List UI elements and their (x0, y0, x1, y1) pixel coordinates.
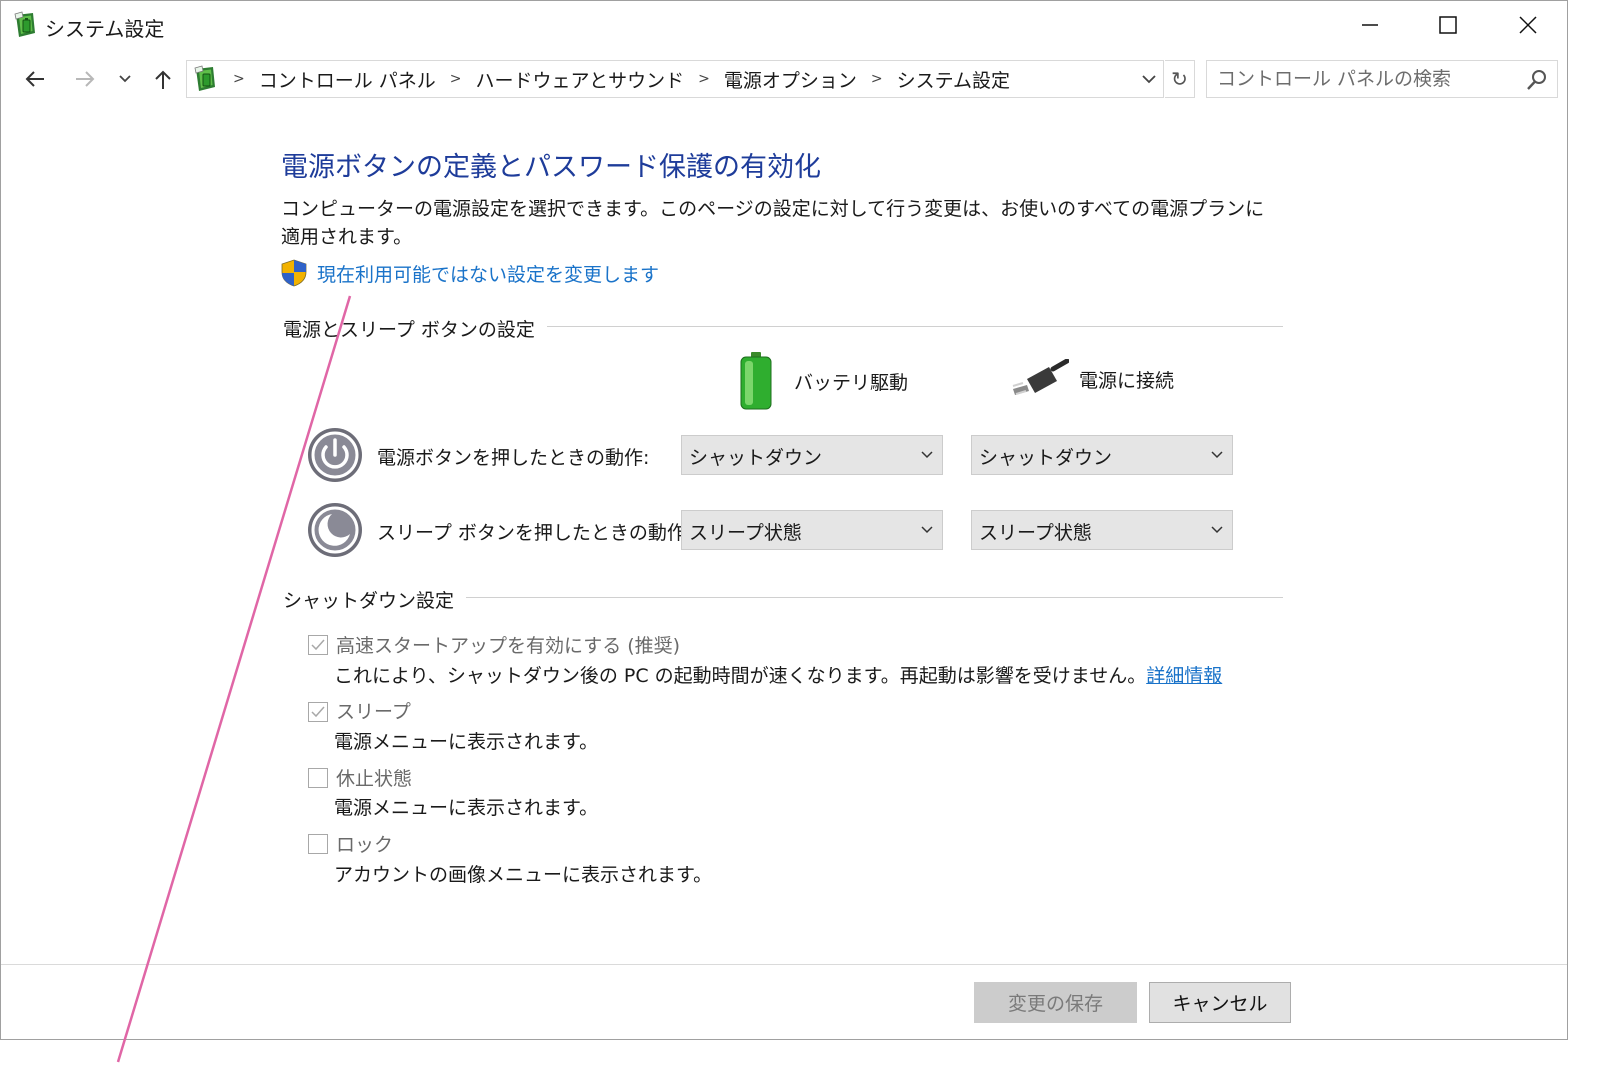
breadcrumb-separator-icon: > (233, 71, 245, 87)
breadcrumb-separator-icon: > (698, 71, 710, 87)
sleep-checkbox[interactable] (308, 702, 328, 722)
close-button[interactable] (1489, 1, 1567, 49)
refresh-icon: ↻ (1171, 67, 1188, 91)
chevron-down-icon (921, 526, 933, 534)
hibernate-checkbox[interactable] (308, 768, 328, 788)
search-icon[interactable] (1525, 68, 1549, 92)
maximize-icon (1439, 16, 1457, 34)
fast-startup-checkbox[interactable] (308, 635, 328, 655)
chevron-down-icon (119, 75, 131, 83)
refresh-button[interactable]: ↻ (1165, 60, 1195, 98)
plugged-column-header: 電源に接続 (1009, 359, 1174, 399)
sleep-button-battery-value: スリープ状態 (689, 522, 802, 544)
up-button[interactable] (147, 63, 179, 95)
power-button-battery-value: シャットダウン (689, 447, 823, 469)
close-icon (1519, 16, 1537, 34)
breadcrumb-item-hardware-sound[interactable]: ハードウェアとサウンド (476, 66, 685, 93)
breadcrumb-item-control-panel[interactable]: コントロール パネル (259, 66, 436, 93)
fast-startup-description: これにより、シャットダウン後の PC の起動時間が速くなります。再起動は影響を受… (334, 661, 1222, 688)
window-title: システム設定 (45, 17, 165, 41)
power-plug-icon (1012, 359, 1069, 395)
control-panel-power-icon (194, 65, 215, 91)
battery-icon (740, 352, 772, 410)
minimize-button[interactable] (1331, 1, 1409, 49)
forward-button[interactable] (69, 63, 101, 95)
plugged-column-label: 電源に接続 (1079, 369, 1175, 392)
hibernate-option-label: 休止状態 (336, 768, 413, 790)
breadcrumb-separator-icon: > (870, 71, 883, 87)
page-description: コンピューターの電源設定を選択できます。このページの設定に対して行う変更は、お使… (281, 198, 1265, 248)
save-changes-button[interactable]: 変更の保存 (974, 982, 1137, 1023)
chevron-down-icon (1142, 75, 1156, 84)
sleep-button-action-label: スリープ ボタンを押したときの動作: (377, 522, 693, 544)
address-bar[interactable]: > コントロール パネル > ハードウェアとサウンド > 電源オプション > シ… (186, 60, 1164, 98)
power-button-battery-select[interactable]: シャットダウン (681, 435, 943, 475)
group-divider (521, 326, 1283, 327)
arrow-right-icon (76, 71, 95, 87)
address-dropdown-button[interactable] (1135, 61, 1163, 97)
power-button-icon (308, 428, 362, 482)
power-button-plugged-value: シャットダウン (979, 447, 1113, 469)
shutdown-group-title: シャットダウン設定 (283, 586, 467, 613)
checkmark-icon (311, 639, 325, 651)
lock-checkbox[interactable] (308, 834, 328, 854)
breadcrumb-separator-icon: > (449, 71, 462, 87)
breadcrumb-item-system-settings[interactable]: システム設定 (897, 66, 1010, 93)
breadcrumb: > コントロール パネル > ハードウェアとサウンド > 電源オプション > シ… (193, 61, 1010, 97)
minimize-icon (1362, 24, 1378, 26)
chevron-down-icon (1211, 451, 1223, 459)
power-button-action-label: 電源ボタンを押したときの動作: (377, 447, 650, 469)
power-button-plugged-select[interactable]: シャットダウン (971, 435, 1233, 475)
arrow-left-icon (25, 71, 44, 87)
sleep-button-icon (308, 503, 362, 557)
chevron-down-icon (1211, 526, 1223, 534)
back-button[interactable] (19, 63, 51, 95)
breadcrumb-item-power-options[interactable]: 電源オプション (724, 66, 857, 93)
control-panel-power-icon (14, 11, 35, 37)
power-sleep-group-title: 電源とスリープ ボタンの設定 (283, 315, 547, 342)
more-info-link[interactable]: 詳細情報 (1146, 665, 1222, 687)
checkmark-icon (311, 706, 325, 718)
footer-divider (1, 964, 1567, 965)
fast-startup-description-text: これにより、シャットダウン後の PC の起動時間が速くなります。再起動は影響を受… (334, 665, 1147, 687)
group-divider (443, 597, 1283, 598)
battery-column-header: バッテリ駆動 (736, 351, 908, 411)
admin-settings-link-text[interactable]: 現在利用可能ではない設定を変更します (317, 260, 659, 287)
lock-option-description: アカウントの画像メニューに表示されます。 (334, 864, 713, 886)
search-box[interactable] (1206, 60, 1558, 98)
search-input[interactable] (1207, 61, 1537, 97)
fast-startup-label: 高速スタートアップを有効にする (推奨) (336, 635, 681, 657)
lock-option-label: ロック (336, 834, 394, 856)
sleep-option-label: スリープ (336, 701, 411, 723)
cancel-button[interactable]: キャンセル (1149, 982, 1291, 1023)
hibernate-option-description: 電源メニューに表示されます。 (334, 797, 599, 819)
title-bar: システム設定 (1, 1, 1567, 49)
arrow-up-icon (155, 70, 171, 89)
sleep-button-plugged-select[interactable]: スリープ状態 (971, 510, 1233, 550)
navigation-bar: > コントロール パネル > ハードウェアとサウンド > 電源オプション > シ… (1, 59, 1567, 99)
chevron-down-icon (921, 451, 933, 459)
recent-locations-button[interactable] (111, 63, 139, 95)
sleep-option-description: 電源メニューに表示されます。 (334, 731, 599, 753)
admin-settings-link[interactable]: 現在利用可能ではない設定を変更します (281, 259, 659, 287)
uac-shield-icon (281, 259, 307, 287)
maximize-button[interactable] (1409, 1, 1487, 49)
sleep-button-battery-select[interactable]: スリープ状態 (681, 510, 943, 550)
page-title: 電源ボタンの定義とパスワード保護の有効化 (281, 152, 821, 183)
sleep-button-plugged-value: スリープ状態 (979, 522, 1092, 544)
system-settings-window: システム設定 > コントロール パネル > ハードウェアとサウンド > 電源オプ… (0, 0, 1568, 1040)
battery-column-label: バッテリ駆動 (794, 371, 909, 394)
